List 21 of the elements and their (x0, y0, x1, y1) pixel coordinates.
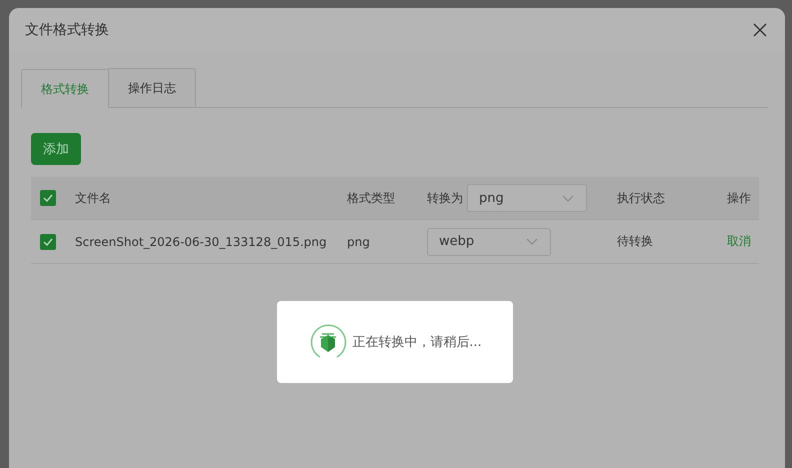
format-select[interactable]: png (467, 184, 587, 212)
dialog-title: 文件格式转换 (25, 21, 109, 39)
table-cell-text: ScreenShot_2026-06-30_133128_015.png (75, 234, 328, 248)
checkbox[interactable] (40, 190, 56, 206)
column-header: 执行状态 (617, 190, 666, 206)
caret-icon (526, 238, 538, 245)
format-select[interactable]: webp (427, 228, 551, 256)
check-icon (43, 238, 53, 246)
check-icon (43, 194, 53, 202)
add-button[interactable]: 添加 (31, 133, 81, 165)
checkbox[interactable] (40, 234, 56, 250)
column-header: 文件名 (75, 190, 112, 206)
column-header: 操作 (727, 190, 752, 206)
column-header: 格式类型 (347, 190, 396, 206)
column-header: 转换为 (427, 190, 463, 206)
loading-message: 正在转换中，请稍后... (352, 334, 482, 351)
tab[interactable]: 操作日志 (108, 68, 196, 107)
close-icon[interactable] (753, 23, 767, 37)
table-cell-text: png (347, 234, 371, 248)
table-cell-text: 待转换 (617, 233, 654, 250)
caret-icon (562, 194, 574, 202)
